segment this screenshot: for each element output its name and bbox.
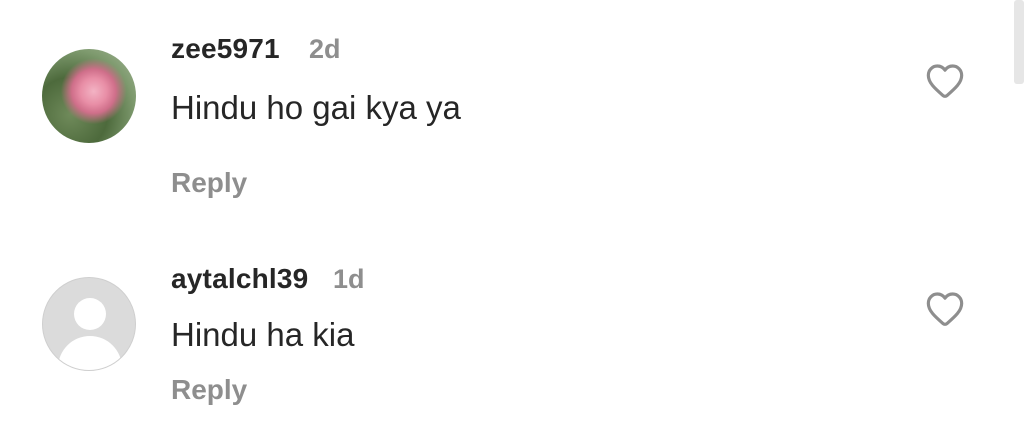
scrollbar[interactable]: [1014, 0, 1024, 84]
comment-item: zee5971 2d Hindu ho gai kya ya Reply: [0, 0, 1000, 215]
avatar-head-shape: [74, 298, 106, 330]
avatar-shoulders-shape: [58, 336, 122, 370]
reply-button[interactable]: Reply: [171, 167, 247, 199]
comment-timestamp: 1d: [333, 264, 365, 294]
comment-text: Hindu ho gai kya ya: [171, 89, 461, 126]
avatar[interactable]: [42, 49, 136, 143]
comment-timestamp: 2d: [309, 34, 341, 64]
comment-text: Hindu ha kia: [171, 316, 355, 353]
comment-username[interactable]: aytalchl39: [171, 263, 308, 295]
comment-item: aytalchl39 1d Hindu ha kia Reply: [0, 215, 1000, 433]
reply-button[interactable]: Reply: [171, 374, 247, 406]
comment-username[interactable]: zee5971: [171, 33, 280, 65]
heart-icon[interactable]: [924, 289, 966, 329]
heart-icon[interactable]: [924, 61, 966, 101]
avatar[interactable]: [42, 277, 136, 371]
